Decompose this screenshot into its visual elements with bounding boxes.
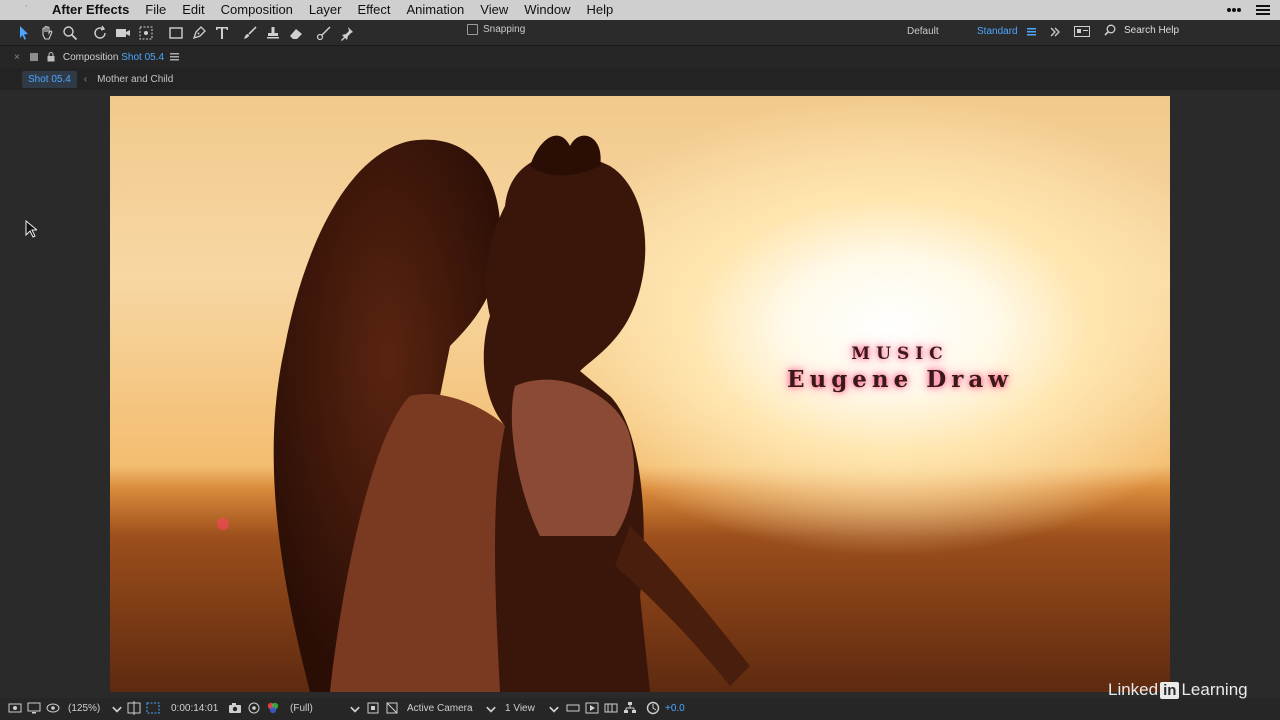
composition-panel-header: × Composition Shot 05.4 [0, 46, 1280, 68]
menu-animation[interactable]: Animation [398, 0, 472, 20]
breadcrumb-next[interactable]: Mother and Child [97, 74, 173, 85]
pixel-aspect-icon[interactable] [566, 701, 580, 715]
snapping-toggle[interactable]: Snapping [467, 24, 525, 35]
menu-edit[interactable]: Edit [174, 0, 212, 20]
reset-exposure-icon[interactable] [646, 701, 660, 715]
menu-view[interactable]: View [472, 0, 516, 20]
tools-toolbar: Snapping Default Standard Search Help [0, 20, 1280, 46]
title-music[interactable]: MUSIC [700, 344, 1100, 364]
chevron-left-icon: ‹ [83, 73, 88, 85]
panel-color-icon [29, 53, 38, 61]
panel-title-prefix: Composition [62, 51, 119, 63]
eraser-tool-icon[interactable] [286, 23, 306, 43]
camera-view-dropdown[interactable]: Active Camera [407, 703, 473, 714]
close-panel-icon[interactable]: × [14, 52, 20, 63]
current-timecode[interactable]: 0:00:14:01 [171, 703, 218, 714]
view-layout-dropdown[interactable]: 1 View [505, 703, 535, 714]
chevron-down-icon[interactable] [484, 703, 498, 717]
roto-brush-tool-icon[interactable] [314, 23, 334, 43]
snapping-checkbox[interactable] [467, 24, 478, 35]
region-of-interest-icon[interactable] [366, 701, 380, 715]
always-preview-icon[interactable] [8, 701, 22, 715]
type-tool-icon[interactable] [212, 23, 232, 43]
menu-composition[interactable]: Composition [213, 0, 301, 20]
menu-help[interactable]: Help [578, 0, 621, 20]
title-artist[interactable]: Eugene Draw [700, 366, 1100, 393]
safe-zones-icon[interactable] [127, 701, 141, 715]
zoom-dropdown[interactable]: (125%) [68, 703, 100, 714]
fast-previews-icon[interactable] [585, 701, 599, 715]
menu-app-name[interactable]: After Effects [44, 0, 137, 20]
camera-tool-icon[interactable] [113, 23, 133, 43]
more-icon[interactable] [1226, 7, 1242, 13]
pen-tool-icon[interactable] [189, 23, 209, 43]
transparency-grid-icon[interactable] [146, 701, 160, 715]
panel-layout-icon[interactable] [1074, 26, 1090, 37]
mouse-cursor-icon [25, 220, 37, 238]
clone-stamp-tool-icon[interactable] [263, 23, 283, 43]
rotate-tool-icon[interactable] [90, 23, 110, 43]
brand-right: Learning [1181, 680, 1248, 699]
resolution-dropdown[interactable]: (Full) [290, 703, 313, 714]
show-snapshot-icon[interactable] [247, 701, 261, 715]
timeline-icon[interactable] [604, 701, 618, 715]
panel-menu-icon[interactable] [170, 53, 180, 61]
snapping-label: Snapping [483, 24, 526, 35]
snapshot-camera-icon[interactable] [228, 701, 242, 715]
rectangle-tool-icon[interactable] [166, 23, 186, 43]
lock-icon[interactable] [47, 52, 55, 62]
list-menu-icon[interactable] [1256, 4, 1270, 16]
chevron-down-icon[interactable] [110, 703, 124, 717]
workspace-default[interactable]: Default [907, 26, 939, 37]
hand-tool-icon[interactable] [37, 23, 57, 43]
menu-file[interactable]: File [137, 0, 174, 20]
viewer-status-bar: (125%) 0:00:14:01 (Full) Active Camera 1… [0, 698, 1280, 720]
search-help-input[interactable]: Search Help [1124, 25, 1179, 36]
breadcrumb-active[interactable]: Shot 05.4 [22, 70, 77, 88]
apple-icon[interactable] [18, 3, 32, 17]
mask-visibility-icon[interactable] [46, 701, 60, 715]
zoom-tool-icon[interactable] [60, 23, 80, 43]
menu-layer[interactable]: Layer [301, 0, 350, 20]
linkedin-learning-logo: Linked in Learning [1108, 680, 1248, 700]
flowchart-icon[interactable] [623, 701, 637, 715]
puppet-pin-tool-icon[interactable] [337, 23, 357, 43]
chevron-down-icon[interactable] [348, 703, 362, 717]
menubar-right [1226, 0, 1270, 20]
brand-mid: in [1160, 681, 1180, 699]
brush-tool-icon[interactable] [240, 23, 260, 43]
pan-behind-tool-icon[interactable] [136, 23, 156, 43]
chevron-down-icon[interactable] [547, 703, 561, 717]
search-help[interactable]: Search Help [1104, 24, 1179, 36]
composition-frame[interactable]: MUSIC Eugene Draw [110, 96, 1170, 692]
workspace-standard[interactable]: Standard [977, 26, 1018, 37]
menu-effect[interactable]: Effect [349, 0, 398, 20]
panel-title[interactable]: Composition Shot 05.4 [63, 52, 164, 63]
menu-window[interactable]: Window [516, 0, 578, 20]
silhouette-image [217, 135, 750, 692]
chevron-right-double-icon[interactable] [1050, 27, 1060, 37]
monitor-icon[interactable] [27, 701, 41, 715]
composition-viewer[interactable]: MUSIC Eugene Draw [0, 90, 1280, 698]
search-icon [1104, 24, 1116, 36]
menu-bar: After Effects File Edit Composition Laye… [0, 0, 1280, 20]
breadcrumb: Shot 05.4 ‹ Mother and Child [0, 68, 1280, 90]
panel-title-comp: Shot 05.4 [121, 51, 165, 63]
workspace-menu-icon[interactable] [1027, 28, 1036, 36]
exposure-value[interactable]: +0.0 [665, 703, 685, 714]
transparency-toggle-icon[interactable] [385, 701, 399, 715]
selection-tool-icon[interactable] [14, 23, 34, 43]
brand-left: Linked [1108, 680, 1159, 699]
color-channels-icon[interactable] [266, 701, 280, 715]
